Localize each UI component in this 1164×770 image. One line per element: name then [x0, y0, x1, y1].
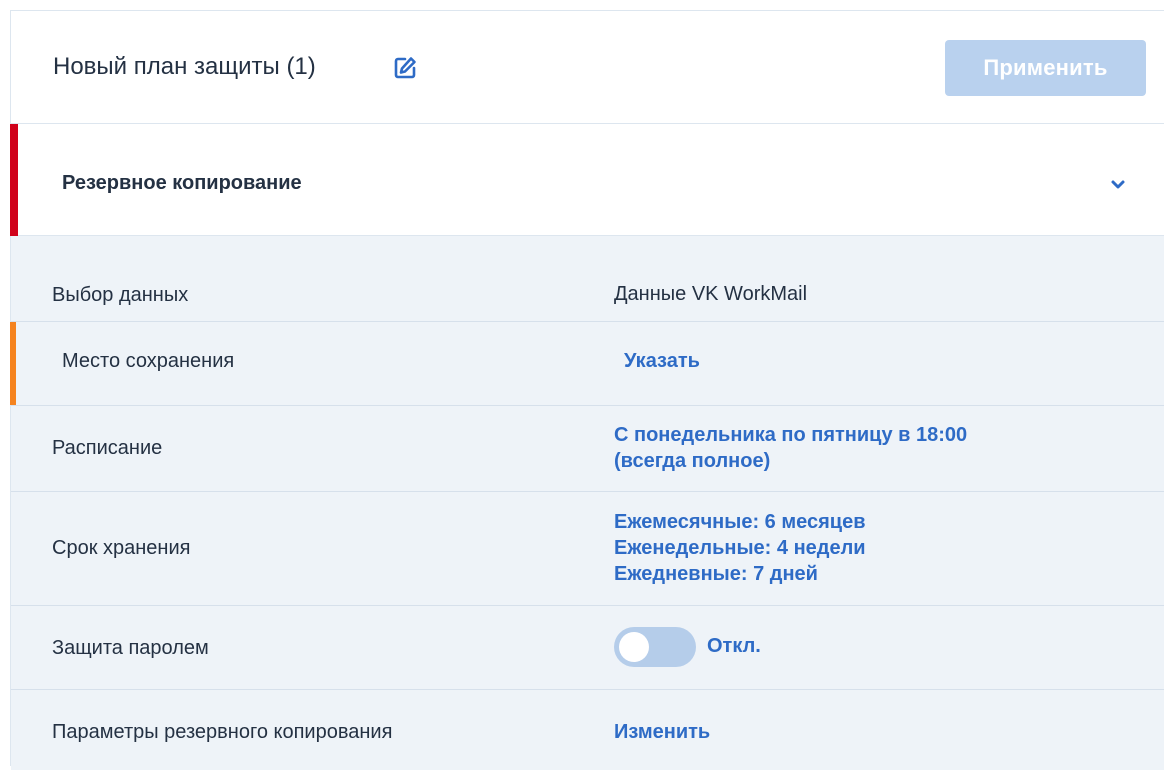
section-error-marker	[10, 124, 18, 236]
plan-title: Новый план защиты (1)	[53, 53, 316, 80]
schedule-line: (всегда полное)	[614, 450, 771, 472]
retention-line: Ежедневные: 7 дней	[614, 563, 818, 585]
toggle-state-label[interactable]: Откл.	[707, 635, 761, 658]
retention-link[interactable]: Ежемесячные: 6 месяцев Еженедельные: 4 н…	[614, 509, 866, 587]
row-label: Расписание	[52, 437, 163, 459]
apply-button[interactable]: Применить	[945, 40, 1146, 96]
row-password[interactable]: Защита паролем Откл.	[11, 606, 1164, 690]
backup-section-header[interactable]: Резервное копирование	[10, 124, 1164, 236]
password-toggle[interactable]	[614, 627, 696, 667]
storage-warning-marker	[10, 322, 16, 405]
chevron-down-glyph	[1111, 180, 1125, 189]
specify-storage-link[interactable]: Указать	[624, 348, 700, 374]
schedule-line: С понедельника по пятницу в 18:00	[614, 424, 968, 446]
row-data-selection[interactable]: Выбор данных Данные VK WorkMail	[11, 236, 1164, 322]
edit-icon[interactable]	[392, 55, 418, 81]
row-retention[interactable]: Срок хранения Ежемесячные: 6 месяцев Еже…	[11, 492, 1164, 606]
row-storage[interactable]: Место сохранения Указать	[10, 322, 1164, 406]
row-label: Место сохранения	[62, 350, 235, 372]
retention-line: Ежемесячные: 6 месяцев	[614, 511, 866, 533]
toggle-knob	[619, 632, 649, 662]
protection-plan-panel: Новый план защиты (1) Применить Резервно…	[10, 10, 1164, 770]
row-schedule[interactable]: Расписание С понедельника по пятницу в 1…	[11, 406, 1164, 492]
chevron-down-icon[interactable]	[1108, 174, 1128, 194]
section-title: Резервное копирование	[62, 172, 302, 194]
retention-line: Еженедельные: 4 недели	[614, 537, 866, 559]
schedule-link[interactable]: С понедельника по пятницу в 18:00 (всегд…	[614, 422, 967, 474]
change-options-link[interactable]: Изменить	[614, 719, 710, 745]
row-label: Срок хранения	[52, 537, 191, 559]
plan-header: Новый план защиты (1) Применить	[11, 11, 1164, 124]
row-label: Параметры резервного копирования	[52, 721, 393, 743]
row-backup-options[interactable]: Параметры резервного копирования Изменит…	[11, 690, 1164, 770]
row-label: Выбор данных	[52, 284, 189, 306]
backup-settings-list: Выбор данных Данные VK WorkMail Место со…	[10, 236, 1164, 770]
edit-icon-glyph	[394, 57, 416, 79]
row-label: Защита паролем	[52, 637, 209, 659]
row-value: Данные VK WorkMail	[614, 283, 808, 305]
